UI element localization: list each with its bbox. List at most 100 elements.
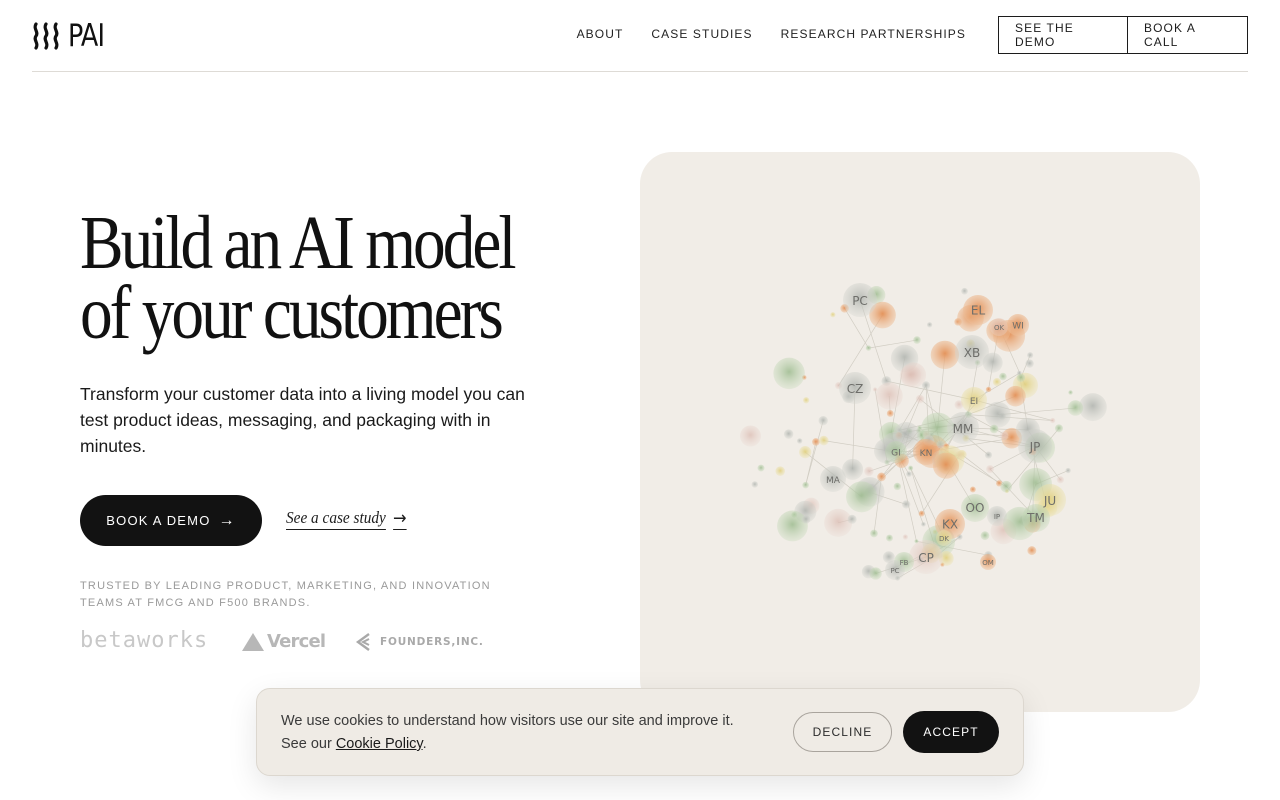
graph-node — [1049, 417, 1056, 424]
graph-node — [908, 465, 914, 471]
graph-node — [921, 521, 926, 527]
graph-node — [777, 510, 808, 542]
hero-title-line-1: Build an AI model — [80, 201, 517, 285]
partner-logos: betaworks Vercel FOUNDERS,INC. — [80, 628, 500, 658]
arrow-right-icon: → — [218, 511, 236, 529]
nav-about[interactable]: ABOUT — [577, 27, 624, 41]
nav-research-partnerships[interactable]: RESEARCH PARTNERSHIPS — [781, 27, 966, 41]
graph-node-label: GI — [891, 448, 901, 458]
case-study-label: See a case study — [286, 508, 386, 530]
graph-node-label: OO — [966, 501, 985, 515]
graph-node — [1067, 400, 1084, 416]
graph-node — [773, 357, 805, 390]
graph-node — [901, 500, 911, 509]
betaworks-logo: betaworks — [80, 628, 209, 653]
graph-node — [1065, 467, 1071, 474]
graph-node — [864, 466, 874, 477]
cookie-policy-link[interactable]: Cookie Policy — [336, 736, 423, 752]
graph-node — [984, 401, 1011, 428]
logo-wordmark: PAI — [68, 18, 105, 54]
graph-node-label: KN — [920, 449, 933, 459]
graph-node — [980, 531, 990, 541]
hero-subtitle: Transform your customer data into a livi… — [80, 384, 525, 456]
graph-node — [801, 514, 811, 524]
cookie-message-suffix: . — [422, 736, 427, 752]
see-the-demo-button[interactable]: SEE THE DEMO — [998, 16, 1128, 54]
decline-cookies-button[interactable]: DECLINE — [793, 712, 892, 752]
graph-node — [1005, 385, 1026, 407]
graph-node-label: WI — [1012, 321, 1024, 331]
graph-node — [902, 534, 909, 540]
graph-node-label: OM — [982, 559, 994, 567]
graph-node — [799, 446, 812, 459]
vercel-logo: Vercel — [241, 631, 326, 652]
vercel-wordmark: Vercel — [267, 631, 326, 652]
graph-node — [961, 287, 968, 295]
graph-node — [812, 438, 820, 446]
graph-node-label: MM — [953, 422, 974, 436]
graph-node-label: TM — [1026, 511, 1045, 525]
graph-node — [869, 567, 882, 580]
graph-node — [830, 312, 836, 318]
graph-node — [1056, 476, 1065, 484]
graph-node — [802, 481, 809, 489]
cookie-banner: We use cookies to understand how visitor… — [256, 688, 1024, 776]
graph-node-label: IP — [994, 513, 1000, 521]
graph-node — [757, 464, 765, 472]
vercel-triangle-icon — [242, 632, 264, 651]
graph-node — [918, 510, 925, 517]
graph-node — [999, 431, 1009, 441]
graph-node — [886, 410, 894, 417]
nav-case-studies[interactable]: CASE STUDIES — [651, 27, 752, 41]
graph-node — [1025, 359, 1034, 368]
graph-node — [847, 514, 857, 524]
graph-node — [893, 482, 902, 491]
graph-node — [870, 529, 878, 538]
graph-node-label: PC — [852, 294, 868, 308]
graph-node — [913, 336, 921, 344]
hero-title-line-2: of your customers — [80, 271, 504, 355]
graph-node-label: PC — [890, 567, 899, 575]
graph-node — [899, 364, 922, 387]
graph-node — [865, 345, 872, 351]
founders-inc-logo: FOUNDERS,INC. — [354, 632, 484, 652]
founders-wordmark: FOUNDERS,INC. — [380, 636, 484, 648]
arrow-right-icon: → — [393, 507, 407, 530]
graph-node-label: JP — [1029, 440, 1041, 454]
founders-chevron-icon — [355, 633, 370, 651]
graph-node — [1054, 424, 1063, 433]
book-a-demo-button[interactable]: BOOK A DEMO → — [80, 495, 262, 546]
graph-node — [986, 465, 995, 474]
graph-node — [1027, 352, 1034, 359]
graph-node-label: JU — [1043, 494, 1056, 508]
graph-node — [1016, 373, 1026, 383]
graph-node — [969, 486, 976, 493]
cookie-message-main: We use cookies to understand how visitor… — [281, 713, 734, 729]
pai-logo[interactable]: PAI — [32, 20, 112, 52]
hero-title: Build an AI model of your customers — [80, 201, 517, 355]
graph-node — [992, 378, 1002, 387]
graph-node — [1068, 390, 1073, 395]
graph-node — [999, 372, 1007, 381]
graph-node — [984, 451, 993, 459]
graph-node — [1000, 480, 1012, 493]
graph-node-label: EI — [970, 397, 978, 407]
header-cta-group: SEE THE DEMO BOOK A CALL — [998, 16, 1248, 54]
graph-node — [875, 382, 903, 410]
graph-node-label: DK — [939, 535, 949, 543]
graph-node — [886, 534, 893, 542]
graph-node-label: KX — [942, 518, 958, 532]
see-case-study-link[interactable]: See a case study → — [286, 508, 407, 530]
graph-node-label: FB — [900, 559, 909, 567]
graph-node — [739, 425, 761, 447]
graph-node — [796, 438, 803, 444]
trusted-by-text: TRUSTED BY LEADING PRODUCT, MARKETING, A… — [80, 580, 491, 609]
graph-node — [930, 340, 960, 370]
book-a-call-button[interactable]: BOOK A CALL — [1128, 16, 1248, 54]
graph-node-label: XB — [964, 346, 980, 360]
graph-node-label: CP — [918, 551, 934, 565]
accept-cookies-button[interactable]: ACCEPT — [903, 711, 999, 753]
network-graph: PC EL OK WI XB CZ EI MM JP GI KN MA OO JU TM KX CP IP FB DK… — [739, 283, 1107, 581]
graph-node-label: OK — [994, 324, 1005, 332]
graph-node — [985, 386, 992, 393]
